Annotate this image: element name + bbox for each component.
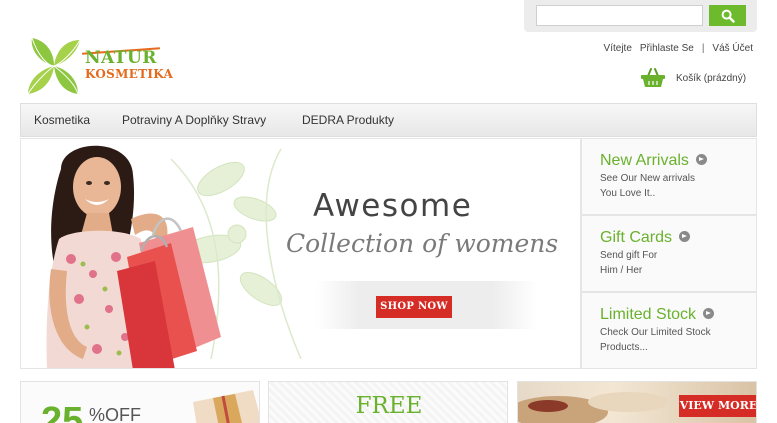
promo-line: See Our New arrivals <box>600 173 696 184</box>
promo-title-text: Gift Cards <box>600 229 673 246</box>
logo-word-natur: NATUR <box>85 48 157 68</box>
model-image <box>46 145 221 368</box>
hero-banner[interactable]: Awesome Collection of womens SHOP NOW <box>20 138 581 369</box>
view-more-button[interactable]: VIEW MORE <box>679 395 756 417</box>
free-banner[interactable]: FREE <box>268 381 508 423</box>
search-icon <box>721 9 735 23</box>
search-button[interactable] <box>709 5 746 26</box>
promo-gift-cards[interactable]: Gift Cards Send gift For Him / Her <box>581 215 757 292</box>
login-link[interactable]: Přihlaste Se <box>640 43 694 54</box>
cart-link[interactable]: Košík (prázdný) <box>640 68 746 88</box>
account-links: Vítejte Přihlaste Se | Váš Účet <box>604 43 753 54</box>
promo-title: Gift Cards <box>600 229 691 247</box>
promo-title-text: Limited Stock <box>600 306 697 323</box>
promo-limited-stock[interactable]: Limited Stock Check Our Limited Stock Pr… <box>581 292 757 369</box>
arrow-right-icon <box>703 308 715 320</box>
promo-line: Check Our Limited Stock <box>600 327 711 338</box>
page: NATUR KOSMETIKA Vítejte Přihlaste Se | V… <box>0 0 777 423</box>
search-input[interactable] <box>536 5 703 26</box>
promo-new-arrivals[interactable]: New Arrivals See Our New arrivals You Lo… <box>581 138 757 215</box>
logo-word-kosmetika: KOSMETIKA <box>85 67 174 81</box>
nav-item-dedra[interactable]: DEDRA Produkty <box>302 104 394 137</box>
side-promos: New Arrivals See Our New arrivals You Lo… <box>581 138 757 369</box>
free-text: FREE <box>355 393 423 419</box>
search-bar <box>524 0 757 32</box>
logo-text: NATUR KOSMETIKA <box>85 48 174 81</box>
promo-title: New Arrivals <box>600 152 707 170</box>
promo-title-text: New Arrivals <box>600 152 689 169</box>
arrow-right-icon <box>679 231 691 243</box>
shop-now-button[interactable]: SHOP NOW <box>376 296 452 318</box>
main-nav: Kosmetika Potraviny A Doplňky Stravy DED… <box>20 103 757 137</box>
promo-line: Send gift For <box>600 250 658 261</box>
discount-suffix: %OFF <box>89 405 141 423</box>
arrow-right-icon <box>695 154 707 166</box>
nav-item-potraviny[interactable]: Potraviny A Doplňky Stravy <box>122 104 266 137</box>
promo-line: Him / Her <box>600 265 643 276</box>
gift-box-image <box>193 390 259 423</box>
site-logo[interactable]: NATUR KOSMETIKA <box>24 36 174 96</box>
my-account-link[interactable]: Váš Účet <box>712 43 753 54</box>
promo-line: You Love It.. <box>600 188 656 199</box>
cart-label: Košík (prázdný) <box>676 72 747 84</box>
hero-subtitle: Collection of womens <box>286 229 559 258</box>
promo-title: Limited Stock <box>600 306 715 324</box>
hero-title: Awesome <box>313 188 473 224</box>
promo-line: Products... <box>600 342 648 353</box>
leaf-logo-icon <box>27 37 81 95</box>
nav-item-kosmetika[interactable]: Kosmetika <box>34 104 90 137</box>
product-image <box>518 392 668 423</box>
account-separator: | <box>701 43 705 54</box>
basket-icon <box>641 68 665 87</box>
discount-banner[interactable]: 25 %OFF <box>20 381 260 423</box>
view-more-banner[interactable]: VIEW MORE <box>517 381 757 423</box>
discount-number: 25 <box>41 400 84 423</box>
welcome-text: Vítejte <box>603 43 632 54</box>
